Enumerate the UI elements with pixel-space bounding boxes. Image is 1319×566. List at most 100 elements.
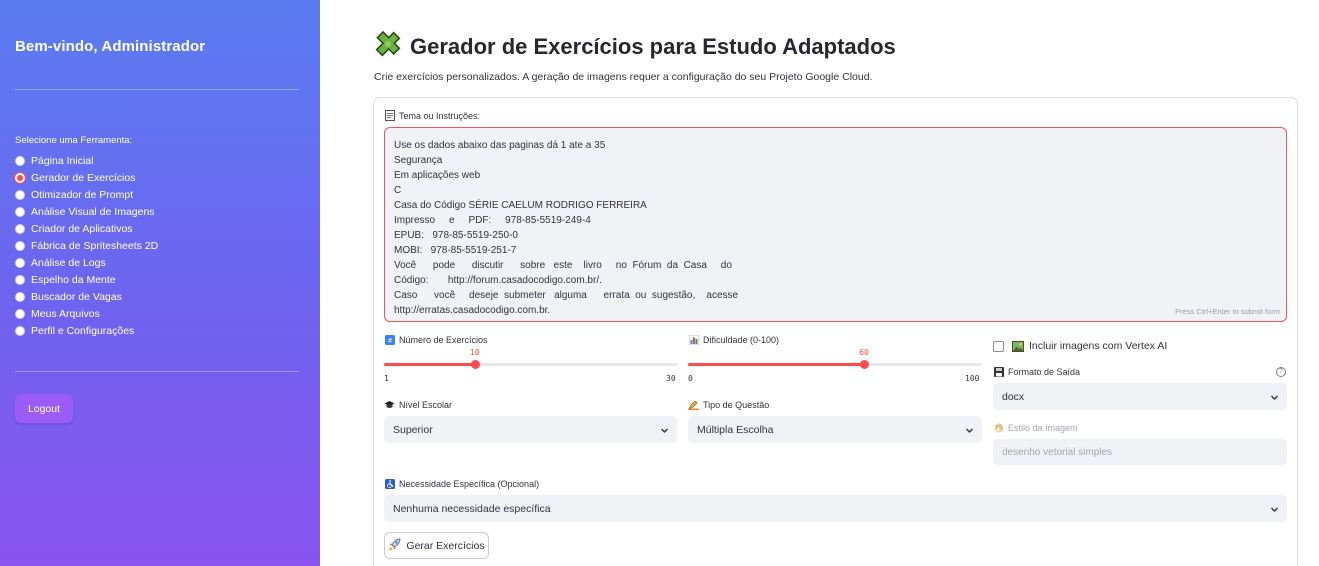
sidebar-divider [15, 89, 299, 90]
school-level-label-text: Nível Escolar [399, 399, 453, 410]
palette-icon [993, 422, 1004, 433]
special-need-value: Nenhuma necessidade específica [393, 502, 551, 515]
radio-button[interactable] [15, 223, 25, 234]
radio-button[interactable] [15, 172, 25, 183]
num-exercises-fill [384, 363, 476, 366]
question-type-label-text: Tipo de Questão [703, 399, 770, 410]
topic-label: Tema ou Instruções: [384, 110, 480, 121]
tool-radio-label: Perfil e Configurações [31, 324, 135, 337]
tool-radio-item[interactable]: Buscador de Vagas [15, 288, 158, 305]
generate-exercises-button[interactable]: Gerar Exercícios [384, 532, 489, 559]
tool-radio-item[interactable]: Gerador de Exercícios [15, 169, 158, 186]
topic-text-line: Casa do Código SÉRIE CAELUM RODRIGO FERR… [394, 200, 647, 211]
graduation-cap-icon [384, 399, 395, 410]
difficulty-label: Dificuldade (0-100) [688, 334, 779, 345]
tool-radio-label: Buscador de Vagas [31, 290, 122, 303]
page-title: Gerador de Exercícios para Estudo Adapta… [410, 33, 896, 59]
include-images-label: Incluir imagens com Vertex AI [1029, 340, 1168, 352]
tool-radio-item[interactable]: Perfil e Configurações [15, 322, 158, 339]
special-need-select[interactable]: Nenhuma necessidade específica [384, 495, 1287, 522]
picture-icon [1012, 340, 1024, 352]
numbers-icon: # [384, 334, 395, 345]
tool-radio-item[interactable]: Criador de Aplicativos [15, 220, 158, 237]
svg-text:#: # [387, 336, 392, 344]
chevron-down-icon [1270, 505, 1278, 513]
num-exercises-thumb[interactable] [470, 360, 480, 369]
radio-button[interactable] [15, 155, 25, 166]
tool-radio-label: Análise de Logs [31, 256, 106, 269]
puzzle-icon [374, 30, 402, 63]
tool-radio-item[interactable]: Fábrica de Spritesheets 2D [15, 237, 158, 254]
school-level-select[interactable]: Superior [384, 416, 677, 443]
output-format-label: Formato de Saída [993, 366, 1080, 377]
submit-hint: Press Ctrl+Enter to submit form [1175, 307, 1280, 316]
sidebar: Bem-vindo, Administrador Selecione uma F… [0, 0, 320, 566]
school-level-value: Superior [393, 423, 433, 436]
topic-text-line: Caso você deseje submeter alguma errata … [394, 290, 739, 301]
topic-text-line: http://erratas.casadocodigo.com.br. [394, 305, 551, 316]
writing-hand-icon [688, 399, 699, 410]
difficulty-min: 0 [688, 374, 693, 383]
topic-text-line: EPUB: 978-85-5519-250-0 [394, 230, 518, 241]
radio-button[interactable] [15, 291, 25, 302]
radio-button[interactable] [15, 206, 25, 217]
image-style-label-text: Estilo da Imagem [1008, 422, 1078, 433]
floppy-disk-icon [993, 366, 1004, 377]
sidebar-welcome: Bem-vindo, Administrador [15, 38, 206, 55]
difficulty-label-text: Dificuldade (0-100) [703, 334, 780, 345]
topic-text-line: Impresso e PDF: 978-85-5519-249-4 [394, 215, 591, 226]
tool-radio-label: Otimizador de Prompt [31, 188, 134, 201]
image-style-label: Estilo da Imagem [993, 422, 1078, 433]
radio-button[interactable] [15, 257, 25, 268]
topic-text-line: Use os dados abaixo das paginas dá 1 ate… [394, 140, 606, 151]
topic-text-line: C [394, 185, 402, 196]
tool-radio-group: Página Inicial Gerador de Exercícios Otimi… [15, 152, 158, 339]
image-style-input[interactable]: desenho vetorial simples [993, 439, 1287, 465]
radio-button[interactable] [15, 308, 25, 319]
topic-label-text: Tema ou Instruções: [399, 110, 481, 121]
logout-button[interactable]: Logout [15, 394, 73, 423]
tool-radio-label: Meus Arquivos [31, 307, 100, 320]
topic-text-line: MOBI: 978-85-5519-251-7 [394, 245, 517, 256]
include-images-checkbox[interactable] [993, 340, 1004, 352]
sidebar-divider [15, 371, 299, 372]
question-type-select[interactable]: Múltipla Escolha [688, 416, 982, 443]
help-icon[interactable]: ? [1276, 367, 1286, 377]
radio-button[interactable] [15, 325, 25, 336]
memo-icon [384, 110, 395, 121]
tool-radio-item[interactable]: Análise Visual de Imagens [15, 203, 158, 220]
generate-label: Gerar Exercícios [406, 539, 485, 552]
chevron-down-icon [660, 426, 668, 434]
tool-radio-item[interactable]: Meus Arquivos [15, 305, 158, 322]
question-type-value: Múltipla Escolha [697, 423, 774, 436]
special-need-label: Necessidade Específica (Opcional) [384, 478, 539, 489]
output-format-select[interactable]: docx [993, 383, 1287, 410]
bar-chart-icon [688, 334, 699, 345]
page-subtitle: Crie exercícios personalizados. A geraçã… [374, 71, 873, 83]
radio-button[interactable] [15, 189, 25, 200]
tool-radio-item[interactable]: Otimizador de Prompt [15, 186, 158, 203]
difficulty-value: 60 [859, 348, 869, 357]
wheelchair-icon [384, 478, 395, 489]
difficulty-slider[interactable] [688, 360, 982, 369]
question-type-label: Tipo de Questão [688, 399, 769, 410]
difficulty-fill [688, 363, 865, 366]
num-exercises-value: 10 [470, 348, 480, 357]
school-level-label: Nível Escolar [384, 399, 452, 410]
tool-radio-item[interactable]: Página Inicial [15, 152, 158, 169]
radio-button[interactable] [15, 274, 25, 285]
page-header: Gerador de Exercícios para Estudo Adapta… [374, 30, 896, 63]
topic-text-line: Você pode discutir sobre este livro no F… [394, 260, 732, 271]
tool-radio-item[interactable]: Análise de Logs [15, 254, 158, 271]
topic-textarea[interactable]: Use os dados abaixo das paginas dá 1 ate… [384, 127, 1287, 322]
difficulty-thumb[interactable] [859, 360, 869, 369]
radio-button[interactable] [15, 240, 25, 251]
chevron-down-icon [1270, 393, 1278, 401]
num-exercises-label-text: Número de Exercícios [399, 334, 488, 345]
topic-text-line: Em aplicações web [394, 170, 481, 181]
tool-radio-item[interactable]: Espelho da Mente [15, 271, 158, 288]
topic-text-line: Código: http://forum.casadocodigo.com.br… [394, 275, 602, 286]
difficulty-max: 100 [965, 374, 980, 383]
special-need-label-text: Necessidade Específica (Opcional) [399, 478, 540, 489]
num-exercises-slider[interactable] [384, 360, 678, 369]
